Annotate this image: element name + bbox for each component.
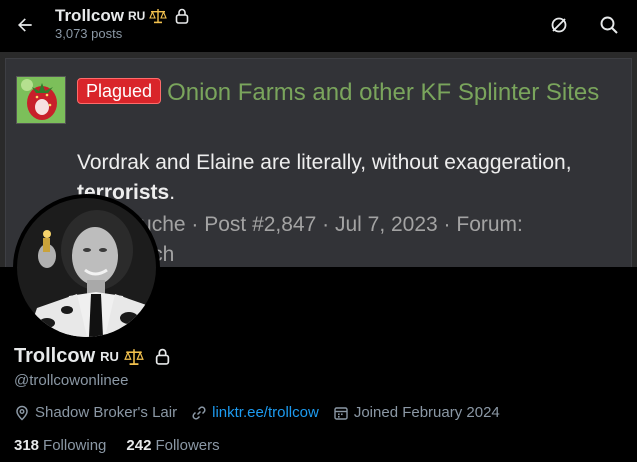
scales-icon	[149, 9, 168, 24]
post-count: 3,073 posts	[55, 26, 123, 41]
grok-icon	[551, 17, 567, 33]
grok-button[interactable]	[544, 10, 574, 40]
avatar[interactable]	[13, 194, 160, 341]
following-link[interactable]: 318 Following	[14, 437, 106, 454]
lock-icon	[155, 348, 170, 365]
followers-link[interactable]: 242 Followers	[126, 437, 219, 454]
profile-name: Trollcow RU	[14, 345, 170, 368]
prefix-tag: Plagued	[77, 78, 162, 104]
profile-handle: @trollcowonlinee	[14, 372, 129, 389]
scales-icon	[124, 348, 144, 365]
location-item: Shadow Broker's Lair	[14, 404, 177, 421]
link-icon	[192, 405, 206, 420]
location-text: Shadow Broker's Lair	[35, 404, 178, 421]
search-icon	[600, 16, 618, 34]
header-ru-badge: RU	[127, 9, 146, 23]
calendar-icon	[334, 406, 348, 420]
following-count: 318	[14, 437, 40, 454]
joined-text: Joined February 2024	[353, 404, 500, 421]
profile-display-name: Trollcow	[14, 345, 96, 367]
search-button[interactable]	[594, 10, 624, 40]
following-label: Following	[43, 437, 107, 454]
location-pin-icon	[16, 405, 28, 421]
header-title: Trollcow RU	[55, 6, 189, 26]
follow-stats: 318 Following 242 Followers	[14, 437, 220, 454]
thread-title-line: Plagued Onion Farms and other KF Splinter…	[77, 76, 622, 109]
followers-count: 242	[126, 437, 152, 454]
header-name: Trollcow	[55, 6, 124, 25]
joined-item: Joined February 2024	[333, 404, 500, 421]
post-quote: Vordrak and Elaine are literally, withou…	[77, 148, 627, 208]
back-button[interactable]	[10, 10, 40, 40]
top-header: Trollcow RU 3,073 posts	[0, 0, 637, 52]
profile-ru-badge: RU	[100, 349, 119, 364]
profile-info-line: Shadow Broker's Lair linktr.ee/trollcow …	[14, 404, 514, 421]
quote-text: Vordrak and Elaine are literally, withou…	[77, 151, 572, 174]
followers-label: Followers	[155, 437, 220, 454]
arrow-left-icon	[18, 18, 32, 32]
quote-end: .	[169, 181, 176, 204]
thread-title: Onion Farms and other KF Splinter Sites	[167, 79, 600, 106]
forum-avatar-thumbnail	[16, 76, 66, 124]
website-item[interactable]: linktr.ee/trollcow	[191, 404, 319, 421]
lock-icon	[176, 8, 189, 24]
website-link[interactable]: linktr.ee/trollcow	[212, 404, 319, 421]
